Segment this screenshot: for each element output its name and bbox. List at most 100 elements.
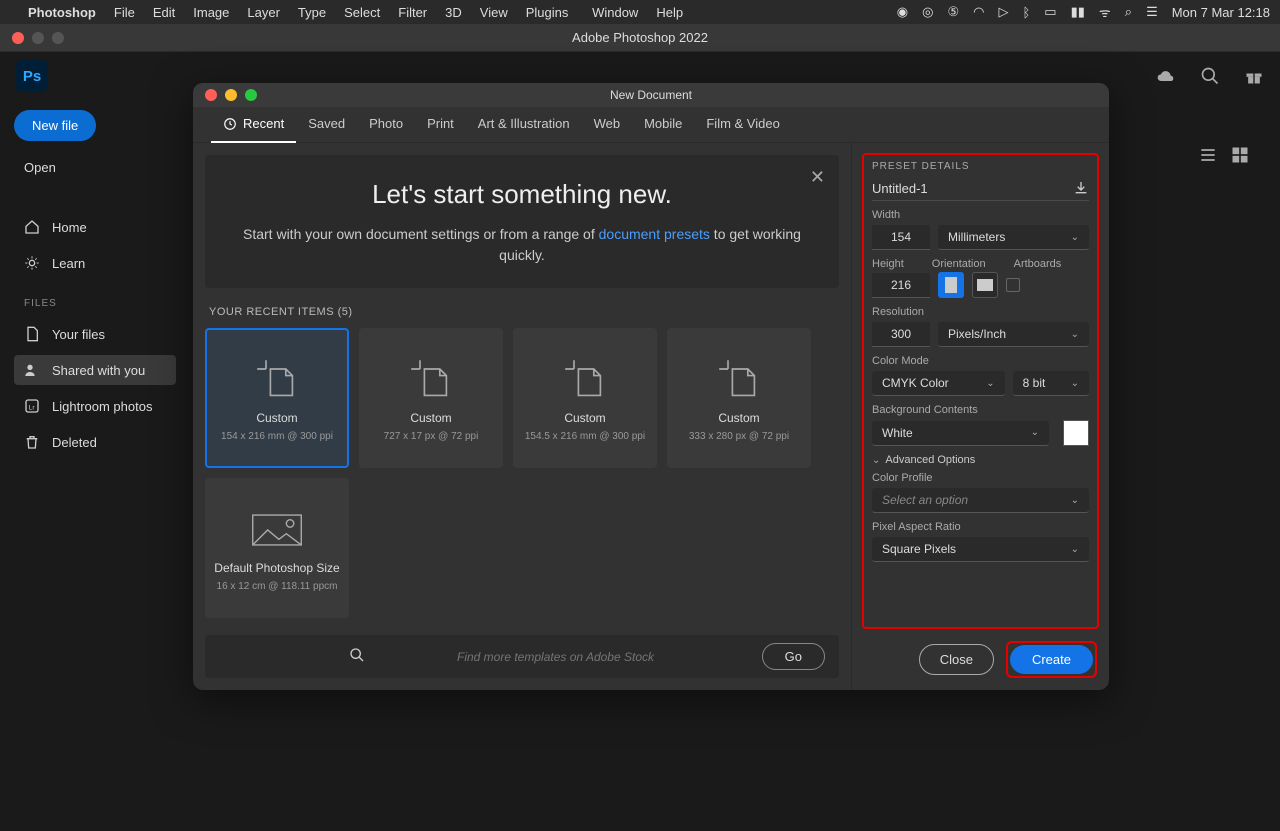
record-icon[interactable]: ◉: [897, 4, 908, 20]
home-icon: [24, 219, 40, 235]
sidebar-learn[interactable]: Learn: [14, 248, 176, 278]
menu-file[interactable]: File: [114, 5, 135, 20]
dialog-title: New Document: [610, 88, 692, 102]
recent-item-0[interactable]: Custom 154 x 216 mm @ 300 ppi: [205, 328, 349, 468]
resolution-label: Resolution: [872, 306, 1089, 318]
document-presets-link[interactable]: document presets: [599, 226, 710, 242]
sidebar-lightroom[interactable]: Lr Lightroom photos: [14, 391, 176, 421]
bluetooth-icon[interactable]: ᛒ: [1022, 5, 1030, 20]
menubar-clock[interactable]: Mon 7 Mar 12:18: [1172, 5, 1270, 20]
window-zoom-button[interactable]: [52, 32, 64, 44]
clock-icon: [223, 117, 237, 131]
width-unit-select[interactable]: Millimeters⌄: [938, 225, 1089, 250]
orientation-landscape-button[interactable]: [972, 272, 998, 298]
tab-photo[interactable]: Photo: [357, 107, 415, 143]
background-select[interactable]: White⌄: [872, 421, 1049, 446]
dialog-zoom-light[interactable]: [245, 89, 257, 101]
window-close-button[interactable]: [12, 32, 24, 44]
sidebar-home[interactable]: Home: [14, 212, 176, 242]
category-tabs: Recent Saved Photo Print Art & Illustrat…: [193, 107, 1109, 143]
cloud-icon[interactable]: [1156, 66, 1176, 86]
control-center-icon[interactable]: ☰: [1146, 4, 1158, 20]
battery-icon[interactable]: ▮▮: [1071, 4, 1085, 20]
menu-filter[interactable]: Filter: [398, 5, 427, 20]
tab-mobile[interactable]: Mobile: [632, 107, 694, 143]
resolution-unit-select[interactable]: Pixels/Inch⌄: [938, 322, 1089, 347]
recent-items-heading: YOUR RECENT ITEMS (5): [205, 302, 839, 328]
tab-art[interactable]: Art & Illustration: [466, 107, 582, 143]
dialog-min-light[interactable]: [225, 89, 237, 101]
window-title: Adobe Photoshop 2022: [572, 30, 708, 45]
tab-film[interactable]: Film & Video: [694, 107, 791, 143]
shield-icon[interactable]: ⑤: [947, 4, 959, 20]
stock-search-input[interactable]: [457, 650, 750, 664]
spotlight-icon[interactable]: ⌕: [1125, 4, 1132, 20]
recent-item-3[interactable]: Custom 333 x 280 px @ 72 ppi: [667, 328, 811, 468]
artboards-checkbox[interactable]: [1006, 278, 1020, 292]
menu-edit[interactable]: Edit: [153, 5, 175, 20]
preset-details-panel: PRESET DETAILS Untitled-1 Width Millimet…: [862, 153, 1099, 629]
list-view-icon[interactable]: [1198, 145, 1218, 165]
menu-layer[interactable]: Layer: [247, 5, 280, 20]
create-button[interactable]: Create: [1010, 645, 1093, 674]
height-label: Height: [872, 258, 904, 270]
tab-print[interactable]: Print: [415, 107, 466, 143]
window-minimize-button[interactable]: [32, 32, 44, 44]
sidebar-your-files[interactable]: Your files: [14, 319, 176, 349]
recent-item-4[interactable]: Default Photoshop Size 16 x 12 cm @ 118.…: [205, 478, 349, 618]
menu-type[interactable]: Type: [298, 5, 326, 20]
background-swatch[interactable]: [1063, 420, 1089, 446]
sync-icon[interactable]: ◎: [922, 4, 933, 20]
open-button[interactable]: Open: [14, 153, 176, 182]
orientation-portrait-button[interactable]: [938, 272, 964, 298]
sidebar-deleted[interactable]: Deleted: [14, 427, 176, 457]
dialog-close-light[interactable]: [205, 89, 217, 101]
search-icon[interactable]: [1200, 66, 1220, 86]
new-file-button[interactable]: New file: [14, 110, 96, 141]
resolution-input[interactable]: [872, 322, 930, 347]
width-input[interactable]: [872, 225, 930, 250]
gift-icon[interactable]: [1244, 66, 1264, 86]
menu-3d[interactable]: 3D: [445, 5, 462, 20]
recent-item-1[interactable]: Custom 727 x 17 px @ 72 ppi: [359, 328, 503, 468]
trash-icon: [24, 434, 40, 450]
height-input[interactable]: [872, 273, 930, 298]
advanced-options-toggle[interactable]: ⌄Advanced Options: [872, 454, 1089, 466]
menu-help[interactable]: Help: [656, 5, 683, 20]
tab-saved[interactable]: Saved: [296, 107, 357, 143]
width-label: Width: [872, 209, 1089, 221]
play-icon[interactable]: ▷: [998, 4, 1008, 20]
photoshop-logo: Ps: [16, 60, 48, 92]
color-mode-select[interactable]: CMYK Color⌄: [872, 371, 1005, 396]
color-profile-select[interactable]: Select an option⌄: [872, 488, 1089, 513]
menubar-app-name[interactable]: Photoshop: [28, 5, 96, 20]
broadcast-icon[interactable]: ◠: [973, 4, 984, 20]
pixel-aspect-ratio-select[interactable]: Square Pixels⌄: [872, 537, 1089, 562]
save-preset-icon[interactable]: [1073, 180, 1089, 196]
tab-recent[interactable]: Recent: [211, 107, 296, 143]
hero-banner: ✕ Let's start something new. Start with …: [205, 155, 839, 288]
bit-depth-select[interactable]: 8 bit⌄: [1013, 371, 1089, 396]
hero-heading: Let's start something new.: [235, 179, 809, 210]
artboards-label: Artboards: [1014, 258, 1062, 270]
sidebar-shared[interactable]: Shared with you: [14, 355, 176, 385]
stock-search-bar: Go: [205, 635, 839, 678]
grid-view-icon[interactable]: [1230, 145, 1250, 165]
menu-view[interactable]: View: [480, 5, 508, 20]
menu-plugins[interactable]: Plugins: [526, 5, 569, 20]
file-icon: [24, 326, 40, 342]
go-button[interactable]: Go: [762, 643, 825, 670]
close-button[interactable]: Close: [919, 644, 994, 675]
document-name-field[interactable]: Untitled-1: [872, 181, 928, 196]
menu-image[interactable]: Image: [193, 5, 229, 20]
hero-close-button[interactable]: ✕: [810, 167, 825, 188]
tab-web[interactable]: Web: [582, 107, 633, 143]
lightroom-icon: Lr: [24, 398, 40, 414]
recent-item-2[interactable]: Custom 154.5 x 216 mm @ 300 ppi: [513, 328, 657, 468]
menu-window[interactable]: Window: [592, 5, 638, 20]
menu-select[interactable]: Select: [344, 5, 380, 20]
display-icon[interactable]: ▭: [1044, 4, 1056, 20]
recent-items-grid: Custom 154 x 216 mm @ 300 ppi Custom 727…: [205, 328, 839, 618]
view-mode-toggles: [1198, 145, 1250, 165]
wifi-icon[interactable]: ᯤ: [1099, 3, 1111, 21]
